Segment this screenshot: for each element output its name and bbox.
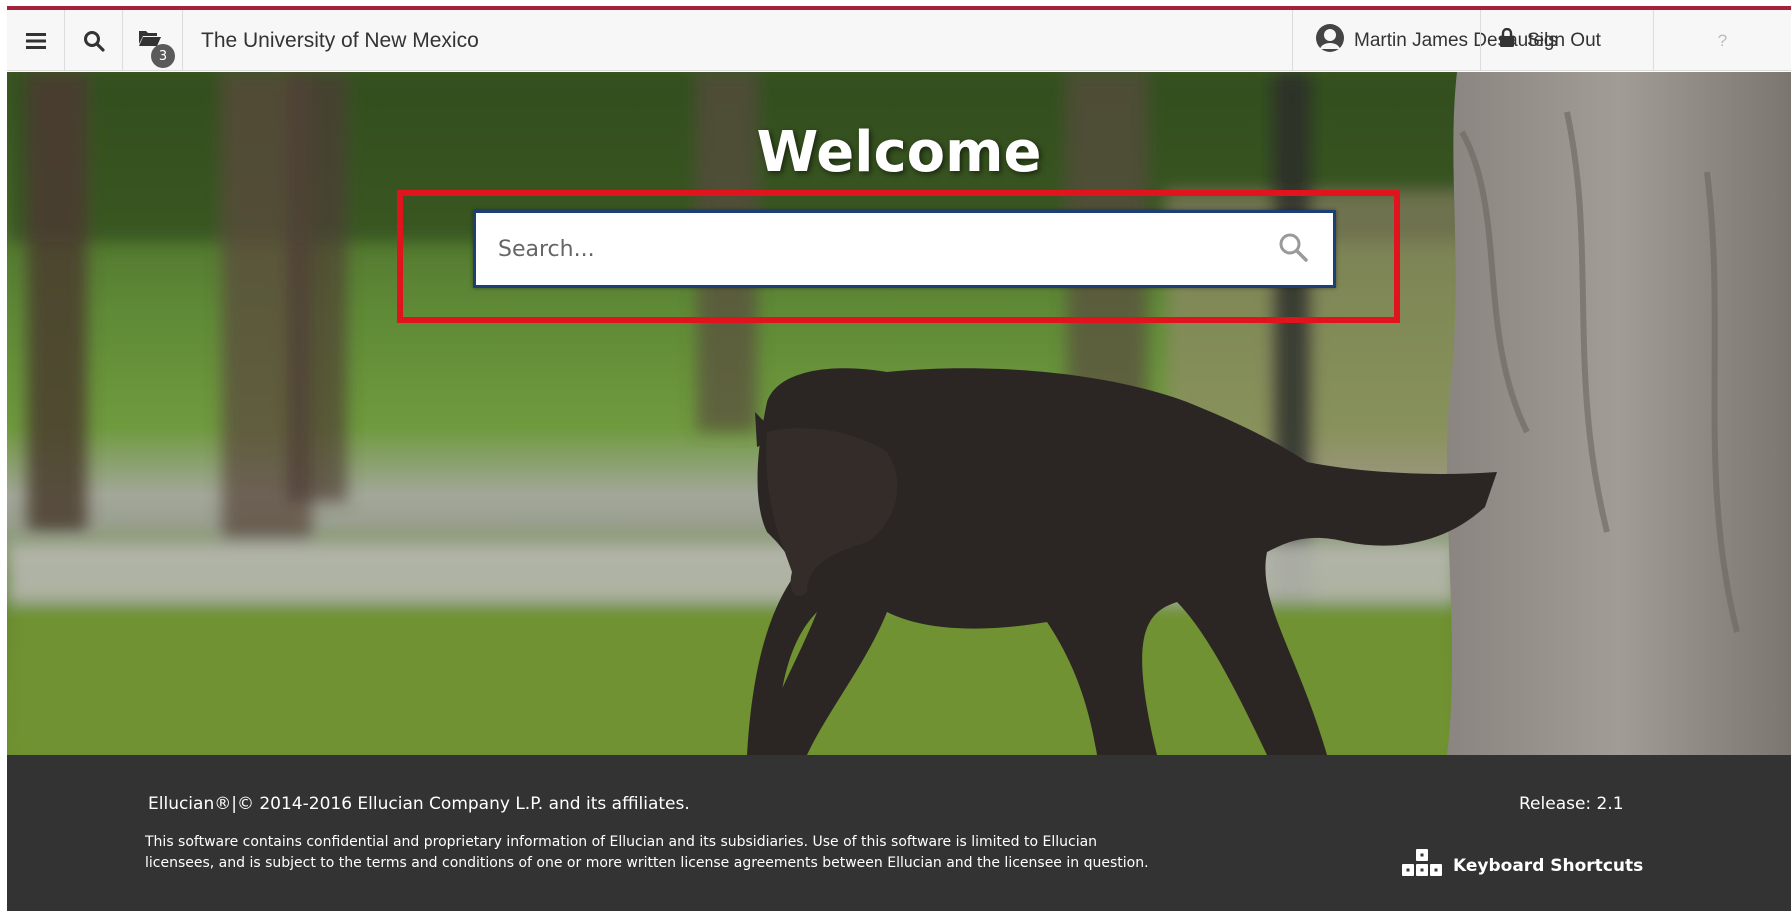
search-button[interactable] — [65, 10, 123, 71]
recently-opened-button[interactable]: 3 — [123, 10, 183, 71]
user-avatar-icon — [1315, 23, 1345, 58]
search-submit-icon[interactable] — [1277, 231, 1313, 267]
release-version: Release: 2.1 — [1519, 794, 1624, 814]
search-input[interactable] — [498, 213, 1258, 285]
welcome-heading: Welcome — [756, 120, 1042, 185]
keyboard-icon — [1401, 848, 1443, 883]
app-title: The University of New Mexico — [201, 29, 479, 52]
header-bar: 3 The University of New Mexico Martin Ja… — [7, 10, 1791, 71]
disclaimer-text: This software contains confidential and … — [145, 834, 1149, 871]
sign-out-button[interactable]: Sign Out — [1480, 10, 1653, 71]
help-button[interactable]: ? — [1653, 10, 1791, 71]
footer: Ellucian®|© 2014-2016 Ellucian Company L… — [7, 755, 1791, 911]
app-frame: 3 The University of New Mexico Martin Ja… — [7, 0, 1791, 911]
help-label: ? — [1717, 30, 1728, 50]
menu-button[interactable] — [7, 10, 65, 71]
search-field-container — [473, 210, 1336, 288]
search-icon — [83, 30, 105, 52]
hero-banner: Welcome — [7, 72, 1791, 755]
user-profile-button[interactable]: Martin James Desautels — [1292, 10, 1558, 71]
keyboard-shortcuts-button[interactable]: Keyboard Shortcuts — [1401, 848, 1643, 883]
copyright-text: Ellucian®|© 2014-2016 Ellucian Company L… — [148, 794, 690, 814]
sign-out-label: Sign Out — [1527, 29, 1601, 51]
hamburger-menu-icon — [25, 32, 46, 50]
lock-icon — [1499, 27, 1515, 53]
keyboard-shortcuts-label: Keyboard Shortcuts — [1453, 855, 1644, 876]
recent-count-badge: 3 — [151, 44, 175, 68]
